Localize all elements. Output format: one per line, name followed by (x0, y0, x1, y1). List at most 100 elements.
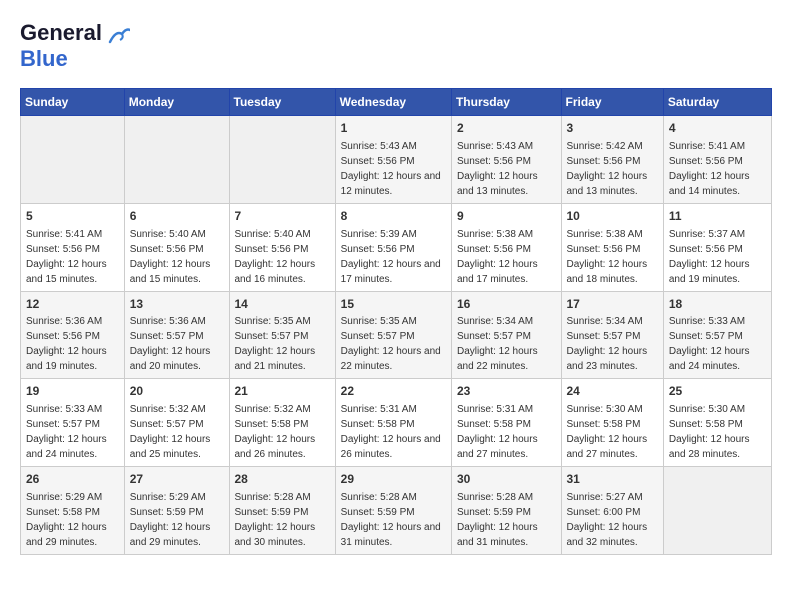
day-number: 8 (341, 208, 446, 225)
calendar-cell: 10 Sunrise: 5:38 AMSunset: 5:56 PMDayligh… (561, 203, 663, 291)
weekday-header-tuesday: Tuesday (229, 89, 335, 116)
weekday-header-friday: Friday (561, 89, 663, 116)
day-number: 1 (341, 120, 446, 137)
day-number: 7 (235, 208, 330, 225)
cell-info: Sunrise: 5:33 AMSunset: 5:57 PMDaylight:… (669, 316, 750, 372)
calendar-cell: 31 Sunrise: 5:27 AMSunset: 6:00 PMDayligh… (561, 467, 663, 555)
day-number: 28 (235, 471, 330, 488)
logo-bird-icon (108, 28, 130, 44)
calendar-cell: 30 Sunrise: 5:28 AMSunset: 5:59 PMDayligh… (451, 467, 561, 555)
calendar-cell (21, 116, 125, 204)
calendar-cell (229, 116, 335, 204)
day-number: 5 (26, 208, 119, 225)
calendar-cell: 20 Sunrise: 5:32 AMSunset: 5:57 PMDayligh… (124, 379, 229, 467)
calendar-cell: 2 Sunrise: 5:43 AMSunset: 5:56 PMDaylight… (451, 116, 561, 204)
cell-info: Sunrise: 5:38 AMSunset: 5:56 PMDaylight:… (457, 229, 538, 285)
day-number: 6 (130, 208, 224, 225)
calendar-table: SundayMondayTuesdayWednesdayThursdayFrid… (20, 88, 772, 555)
logo-general: General (20, 20, 102, 45)
weekday-header-thursday: Thursday (451, 89, 561, 116)
day-number: 21 (235, 383, 330, 400)
day-number: 19 (26, 383, 119, 400)
cell-info: Sunrise: 5:31 AMSunset: 5:58 PMDaylight:… (341, 404, 441, 460)
cell-info: Sunrise: 5:35 AMSunset: 5:57 PMDaylight:… (341, 316, 441, 372)
calendar-week-row: 12 Sunrise: 5:36 AMSunset: 5:56 PMDayligh… (21, 291, 772, 379)
logo-blue: Blue (20, 46, 68, 71)
day-number: 12 (26, 296, 119, 313)
calendar-cell: 22 Sunrise: 5:31 AMSunset: 5:58 PMDayligh… (335, 379, 451, 467)
calendar-week-row: 19 Sunrise: 5:33 AMSunset: 5:57 PMDayligh… (21, 379, 772, 467)
day-number: 20 (130, 383, 224, 400)
day-number: 23 (457, 383, 556, 400)
calendar-cell (124, 116, 229, 204)
day-number: 31 (567, 471, 658, 488)
calendar-week-row: 1 Sunrise: 5:43 AMSunset: 5:56 PMDaylight… (21, 116, 772, 204)
cell-info: Sunrise: 5:30 AMSunset: 5:58 PMDaylight:… (567, 404, 648, 460)
day-number: 22 (341, 383, 446, 400)
calendar-cell: 6 Sunrise: 5:40 AMSunset: 5:56 PMDaylight… (124, 203, 229, 291)
day-number: 9 (457, 208, 556, 225)
cell-info: Sunrise: 5:30 AMSunset: 5:58 PMDaylight:… (669, 404, 750, 460)
cell-info: Sunrise: 5:27 AMSunset: 6:00 PMDaylight:… (567, 492, 648, 548)
cell-info: Sunrise: 5:36 AMSunset: 5:57 PMDaylight:… (130, 316, 211, 372)
day-number: 16 (457, 296, 556, 313)
cell-info: Sunrise: 5:32 AMSunset: 5:57 PMDaylight:… (130, 404, 211, 460)
calendar-week-row: 26Sunrise: 5:29 AMSunset: 5:58 PMDayligh… (21, 467, 772, 555)
cell-info: Sunrise: 5:40 AMSunset: 5:56 PMDaylight:… (235, 229, 316, 285)
day-number: 24 (567, 383, 658, 400)
calendar-cell: 19 Sunrise: 5:33 AMSunset: 5:57 PMDayligh… (21, 379, 125, 467)
calendar-cell: 12 Sunrise: 5:36 AMSunset: 5:56 PMDayligh… (21, 291, 125, 379)
calendar-cell: 16 Sunrise: 5:34 AMSunset: 5:57 PMDayligh… (451, 291, 561, 379)
cell-info: Sunrise: 5:39 AMSunset: 5:56 PMDaylight:… (341, 229, 441, 285)
weekday-header-row: SundayMondayTuesdayWednesdayThursdayFrid… (21, 89, 772, 116)
weekday-header-wednesday: Wednesday (335, 89, 451, 116)
calendar-cell: 8 Sunrise: 5:39 AMSunset: 5:56 PMDaylight… (335, 203, 451, 291)
cell-info: Sunrise: 5:43 AMSunset: 5:56 PMDaylight:… (457, 141, 538, 197)
day-number: 27 (130, 471, 224, 488)
day-number: 3 (567, 120, 658, 137)
cell-info: Sunrise: 5:33 AMSunset: 5:57 PMDaylight:… (26, 404, 107, 460)
calendar-cell: 9 Sunrise: 5:38 AMSunset: 5:56 PMDaylight… (451, 203, 561, 291)
calendar-cell: 28Sunrise: 5:28 AMSunset: 5:59 PMDayligh… (229, 467, 335, 555)
cell-info: Sunrise: 5:36 AMSunset: 5:56 PMDaylight:… (26, 316, 107, 372)
cell-info: Sunrise: 5:35 AMSunset: 5:57 PMDaylight:… (235, 316, 316, 372)
day-number: 4 (669, 120, 766, 137)
calendar-cell: 5 Sunrise: 5:41 AMSunset: 5:56 PMDaylight… (21, 203, 125, 291)
day-number: 29 (341, 471, 446, 488)
weekday-header-monday: Monday (124, 89, 229, 116)
calendar-cell: 15Sunrise: 5:35 AMSunset: 5:57 PMDayligh… (335, 291, 451, 379)
cell-info: Sunrise: 5:29 AMSunset: 5:58 PMDaylight:… (26, 492, 107, 548)
calendar-cell: 29 Sunrise: 5:28 AMSunset: 5:59 PMDayligh… (335, 467, 451, 555)
calendar-cell: 4 Sunrise: 5:41 AMSunset: 5:56 PMDaylight… (663, 116, 771, 204)
day-number: 10 (567, 208, 658, 225)
cell-info: Sunrise: 5:38 AMSunset: 5:56 PMDaylight:… (567, 229, 648, 285)
calendar-cell: 14 Sunrise: 5:35 AMSunset: 5:57 PMDayligh… (229, 291, 335, 379)
cell-info: Sunrise: 5:41 AMSunset: 5:56 PMDaylight:… (669, 141, 750, 197)
calendar-cell: 23Sunrise: 5:31 AMSunset: 5:58 PMDayligh… (451, 379, 561, 467)
calendar-cell: 18 Sunrise: 5:33 AMSunset: 5:57 PMDayligh… (663, 291, 771, 379)
day-number: 2 (457, 120, 556, 137)
cell-info: Sunrise: 5:34 AMSunset: 5:57 PMDaylight:… (567, 316, 648, 372)
cell-info: Sunrise: 5:41 AMSunset: 5:56 PMDaylight:… (26, 229, 107, 285)
calendar-cell: 11Sunrise: 5:37 AMSunset: 5:56 PMDayligh… (663, 203, 771, 291)
cell-info: Sunrise: 5:34 AMSunset: 5:57 PMDaylight:… (457, 316, 538, 372)
cell-info: Sunrise: 5:42 AMSunset: 5:56 PMDaylight:… (567, 141, 648, 197)
calendar-cell: 13Sunrise: 5:36 AMSunset: 5:57 PMDayligh… (124, 291, 229, 379)
calendar-week-row: 5 Sunrise: 5:41 AMSunset: 5:56 PMDaylight… (21, 203, 772, 291)
calendar-cell: 27Sunrise: 5:29 AMSunset: 5:59 PMDayligh… (124, 467, 229, 555)
day-number: 30 (457, 471, 556, 488)
weekday-header-sunday: Sunday (21, 89, 125, 116)
calendar-cell: 7 Sunrise: 5:40 AMSunset: 5:56 PMDaylight… (229, 203, 335, 291)
calendar-cell: 1Sunrise: 5:43 AMSunset: 5:56 PMDaylight… (335, 116, 451, 204)
weekday-header-saturday: Saturday (663, 89, 771, 116)
day-number: 25 (669, 383, 766, 400)
day-number: 18 (669, 296, 766, 313)
logo: General Blue (20, 20, 130, 72)
calendar-cell: 24 Sunrise: 5:30 AMSunset: 5:58 PMDayligh… (561, 379, 663, 467)
day-number: 14 (235, 296, 330, 313)
cell-info: Sunrise: 5:28 AMSunset: 5:59 PMDaylight:… (341, 492, 441, 548)
calendar-cell: 3 Sunrise: 5:42 AMSunset: 5:56 PMDaylight… (561, 116, 663, 204)
calendar-cell: 21Sunrise: 5:32 AMSunset: 5:58 PMDayligh… (229, 379, 335, 467)
cell-info: Sunrise: 5:28 AMSunset: 5:59 PMDaylight:… (457, 492, 538, 548)
cell-info: Sunrise: 5:40 AMSunset: 5:56 PMDaylight:… (130, 229, 211, 285)
